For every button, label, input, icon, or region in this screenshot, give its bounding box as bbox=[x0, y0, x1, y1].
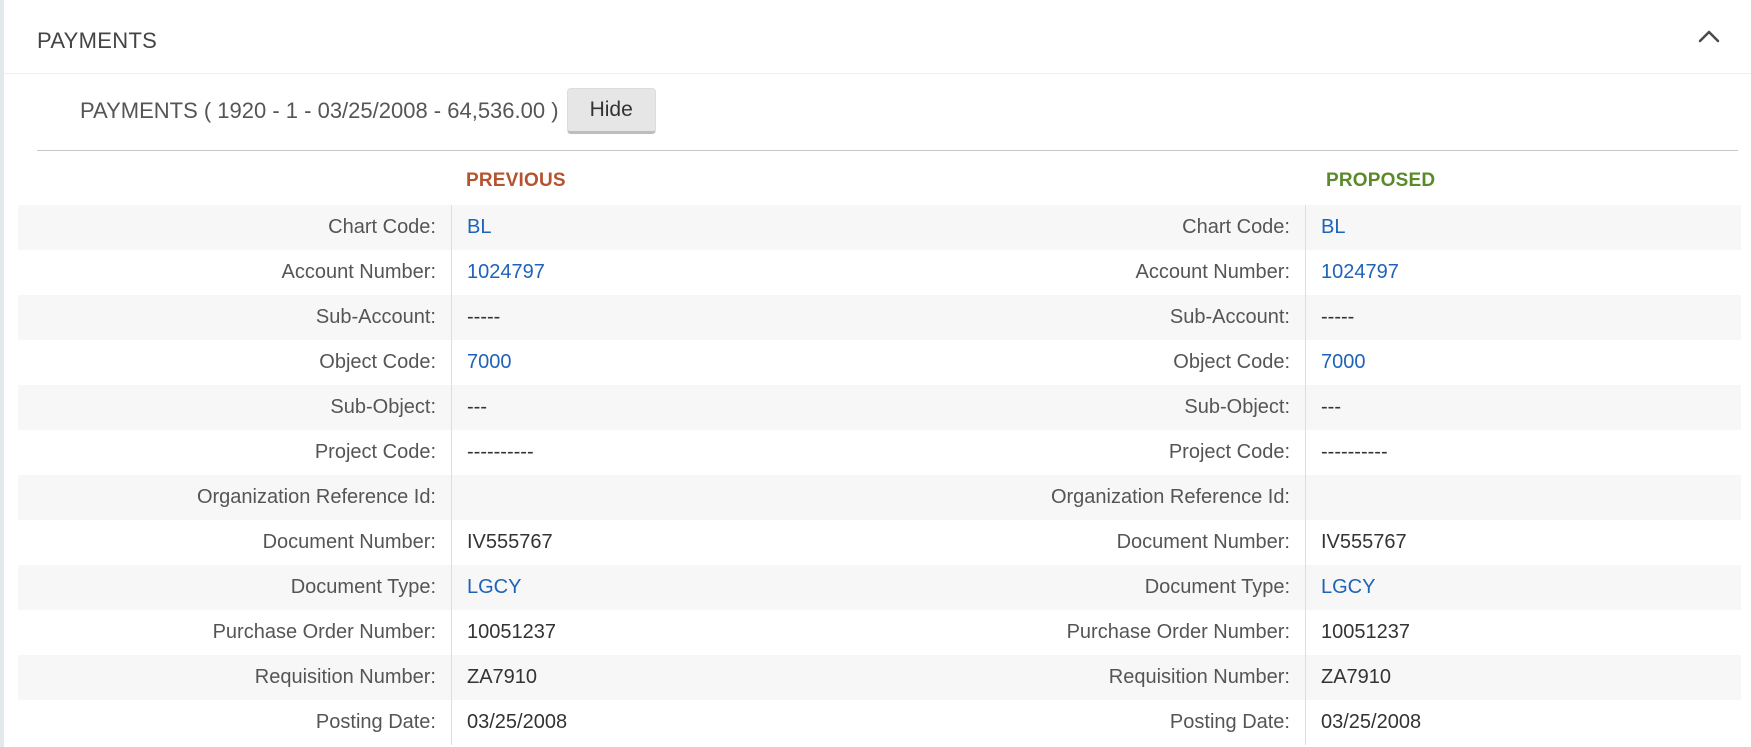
proposed-field-value[interactable]: LGCY bbox=[1305, 565, 1741, 610]
collapse-button[interactable] bbox=[1691, 18, 1727, 54]
proposed-field-value: ZA7910 bbox=[1305, 655, 1741, 700]
panel-header: PAYMENTS bbox=[4, 0, 1751, 74]
payments-panel: PAYMENTS PAYMENTS ( 1920 - 1 - 03/25/200… bbox=[0, 0, 1751, 747]
proposed-field-value[interactable]: 7000 bbox=[1305, 340, 1741, 385]
proposed-field-value[interactable]: BL bbox=[1305, 205, 1741, 250]
previous-field-value: ----- bbox=[451, 295, 878, 340]
table-row: Document Type: LGCY Document Type: LGCY bbox=[18, 565, 1741, 610]
proposed-field-value: ----- bbox=[1305, 295, 1741, 340]
subsection-header: PAYMENTS ( 1920 - 1 - 03/25/2008 - 64,53… bbox=[80, 88, 656, 134]
proposed-field-value[interactable]: 1024797 bbox=[1305, 250, 1741, 295]
proposed-field-label: Purchase Order Number: bbox=[1066, 621, 1290, 643]
previous-field-label: Purchase Order Number: bbox=[212, 621, 436, 643]
proposed-field-value: 03/25/2008 bbox=[1305, 700, 1741, 745]
proposed-field-label: Project Code: bbox=[1168, 441, 1290, 463]
proposed-field-label: Account Number: bbox=[1135, 261, 1290, 283]
proposed-field-value: ---------- bbox=[1305, 430, 1741, 475]
hide-button[interactable]: Hide bbox=[566, 88, 656, 134]
table-row: Sub-Account: ----- Sub-Account: ----- bbox=[18, 295, 1741, 340]
proposed-field-label: Chart Code: bbox=[1182, 216, 1290, 238]
proposed-field-label: Sub-Object: bbox=[1184, 396, 1290, 418]
previous-field-value[interactable]: 1024797 bbox=[451, 250, 878, 295]
previous-field-value[interactable]: 7000 bbox=[451, 340, 878, 385]
previous-field-label: Posting Date: bbox=[315, 711, 436, 733]
proposed-field-label: Sub-Account: bbox=[1169, 306, 1290, 328]
proposed-field-value bbox=[1305, 475, 1741, 520]
previous-field-value: --- bbox=[451, 385, 878, 430]
previous-field-label: Document Type: bbox=[290, 576, 436, 598]
proposed-field-value: IV555767 bbox=[1305, 520, 1741, 565]
proposed-field-label: Requisition Number: bbox=[1108, 666, 1290, 688]
table-row: Chart Code: BL Chart Code: BL bbox=[18, 205, 1741, 250]
chevron-up-icon bbox=[1698, 30, 1720, 43]
subsection-title: PAYMENTS ( 1920 - 1 - 03/25/2008 - 64,53… bbox=[80, 98, 559, 123]
previous-field-label: Requisition Number: bbox=[254, 666, 436, 688]
proposed-field-label: Organization Reference Id: bbox=[1050, 486, 1290, 508]
previous-field-value: 03/25/2008 bbox=[451, 700, 878, 745]
previous-field-label: Account Number: bbox=[281, 261, 436, 283]
table-row: Sub-Object: --- Sub-Object: --- bbox=[18, 385, 1741, 430]
table-row: Account Number: 1024797 Account Number: 102… bbox=[18, 250, 1741, 295]
proposed-field-label: Object Code: bbox=[1173, 351, 1290, 373]
proposed-field-value: --- bbox=[1305, 385, 1741, 430]
previous-field-value: IV555767 bbox=[451, 520, 878, 565]
table-row: Organization Reference Id: Organization R… bbox=[18, 475, 1741, 520]
comparison-table: Chart Code: BL Chart Code: BL Account Number… bbox=[18, 205, 1741, 745]
previous-field-value: 10051237 bbox=[451, 610, 878, 655]
table-row: Document Number: IV555767 Document Number:… bbox=[18, 520, 1741, 565]
proposed-field-value: 10051237 bbox=[1305, 610, 1741, 655]
proposed-heading: PROPOSED bbox=[1326, 170, 1436, 191]
previous-field-value bbox=[451, 475, 878, 520]
previous-field-label: Sub-Account: bbox=[315, 306, 436, 328]
table-row: Project Code: ---------- Project Code: ----… bbox=[18, 430, 1741, 475]
previous-field-label: Project Code: bbox=[314, 441, 436, 463]
panel-title: PAYMENTS bbox=[37, 28, 158, 53]
table-row: Requisition Number: ZA7910 Requisition Num… bbox=[18, 655, 1741, 700]
previous-field-value[interactable]: LGCY bbox=[451, 565, 878, 610]
proposed-field-label: Document Type: bbox=[1144, 576, 1290, 598]
previous-heading: PREVIOUS bbox=[466, 170, 566, 191]
previous-field-value: ZA7910 bbox=[451, 655, 878, 700]
previous-field-label: Chart Code: bbox=[328, 216, 436, 238]
table-row: Posting Date: 03/25/2008 Posting Date: 03/2… bbox=[18, 700, 1741, 745]
previous-field-label: Object Code: bbox=[319, 351, 436, 373]
previous-field-label: Sub-Object: bbox=[330, 396, 436, 418]
table-row: Purchase Order Number: 10051237 Purchase O… bbox=[18, 610, 1741, 655]
previous-field-value: ---------- bbox=[451, 430, 878, 475]
proposed-field-label: Document Number: bbox=[1116, 531, 1290, 553]
previous-field-value[interactable]: BL bbox=[451, 205, 878, 250]
previous-field-label: Organization Reference Id: bbox=[196, 486, 436, 508]
divider bbox=[37, 150, 1738, 151]
proposed-field-label: Posting Date: bbox=[1169, 711, 1290, 733]
table-row: Object Code: 7000 Object Code: 7000 bbox=[18, 340, 1741, 385]
previous-field-label: Document Number: bbox=[262, 531, 436, 553]
